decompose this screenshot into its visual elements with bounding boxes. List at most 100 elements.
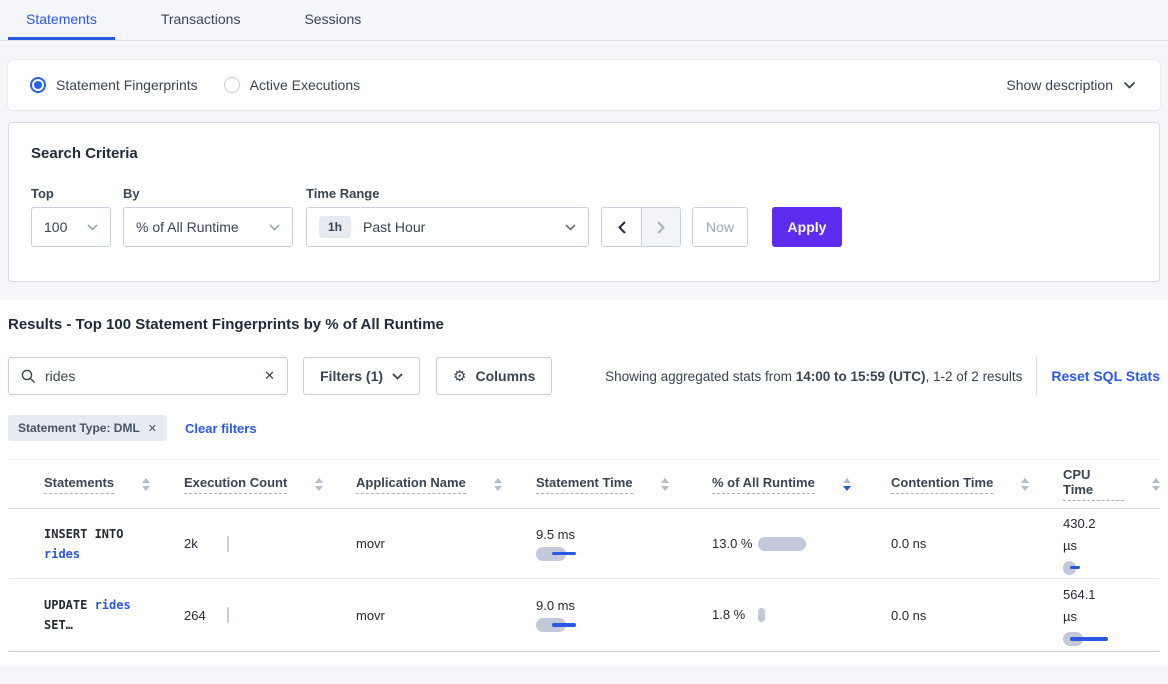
sort-icon: [315, 478, 323, 491]
table-name-link[interactable]: rides: [95, 598, 131, 612]
clear-search-icon[interactable]: ✕: [264, 368, 275, 384]
table-name-link[interactable]: rides: [44, 547, 80, 561]
statement-fingerprint-link[interactable]: INSERT INTO rides: [44, 524, 184, 564]
radio-label: Statement Fingerprints: [56, 77, 198, 93]
sort-icon: [1021, 478, 1029, 491]
sort-icon: [1152, 478, 1160, 491]
top-label: Top: [31, 186, 123, 201]
pct-runtime-bar: [758, 537, 806, 551]
top-select-value: 100: [44, 219, 67, 235]
statement-time-bar: [536, 547, 600, 561]
search-criteria-title: Search Criteria: [31, 145, 1137, 162]
results-section: Results - Top 100 Statement Fingerprints…: [0, 300, 1168, 666]
search-input-value: rides: [45, 368, 75, 384]
chevron-down-icon: [565, 224, 576, 231]
show-description-label: Show description: [1006, 77, 1113, 93]
statement-time-bar: [536, 618, 600, 632]
column-header-cpu-time[interactable]: CPU Time: [1063, 467, 1160, 501]
column-header-statement-time[interactable]: Statement Time: [536, 475, 712, 494]
time-range-label: Time Range: [306, 186, 601, 201]
by-select-value: % of All Runtime: [136, 219, 239, 235]
radio-unselected-icon: [224, 77, 240, 93]
clear-filters-link[interactable]: Clear filters: [185, 421, 257, 436]
cpu-time-cell: 564.1 µs: [1063, 584, 1160, 646]
chevron-down-icon: [1123, 81, 1136, 89]
application-name-cell: movr: [356, 608, 536, 623]
sort-icon: [661, 478, 669, 491]
tab-statements[interactable]: Statements: [8, 0, 115, 40]
filter-pill-statement-type[interactable]: Statement Type: DML ✕: [8, 415, 167, 441]
reset-sql-stats-link[interactable]: Reset SQL Stats: [1051, 368, 1160, 384]
table-header-row: Statements Execution Count Application N…: [8, 459, 1160, 509]
time-range-next-button[interactable]: [641, 208, 680, 246]
gear-icon: ⚙: [453, 369, 466, 384]
tab-sessions[interactable]: Sessions: [286, 0, 379, 40]
execution-count-bar: [227, 607, 229, 623]
by-select[interactable]: % of All Runtime: [123, 207, 293, 247]
results-controls: rides ✕ Filters (1) ⚙ Columns Showing ag…: [8, 357, 1160, 395]
apply-button[interactable]: Apply: [772, 207, 842, 247]
filter-pill-label: Statement Type: DML: [18, 421, 140, 435]
statement-time-cell: 9.5 ms: [536, 527, 712, 561]
statement-time-cell: 9.0 ms: [536, 598, 712, 632]
contention-time-cell: 0.0 ns: [891, 536, 1063, 551]
table-row: UPDATE rides SET… 264 movr 9.0 ms 1.8 %: [8, 579, 1160, 652]
time-range-select[interactable]: 1h Past Hour: [306, 207, 589, 247]
pct-of-all-runtime-cell: 13.0 %: [712, 532, 891, 556]
time-range-prev-button[interactable]: [602, 208, 641, 246]
aggregated-stats-text: Showing aggregated stats from 14:00 to 1…: [605, 369, 1022, 384]
time-range-pager: [601, 207, 681, 247]
radio-active-executions[interactable]: Active Executions: [224, 77, 361, 93]
column-header-statements[interactable]: Statements: [44, 475, 184, 494]
chevron-left-icon: [618, 221, 626, 234]
sql-activity-page: Statements Transactions Sessions Stateme…: [0, 0, 1168, 684]
cpu-time-bar: [1063, 632, 1127, 646]
radio-statement-fingerprints[interactable]: Statement Fingerprints: [30, 77, 198, 93]
column-header-application-name[interactable]: Application Name: [356, 475, 536, 494]
cpu-time-cell: 430.2 µs: [1063, 513, 1160, 575]
chevron-right-icon: [657, 221, 665, 234]
divider: [1036, 357, 1037, 395]
stats-time-range: 14:00 to 15:59 (UTC): [796, 369, 926, 384]
now-button[interactable]: Now: [692, 207, 748, 247]
statement-fingerprint-link[interactable]: UPDATE rides SET…: [44, 595, 184, 635]
search-icon: [21, 369, 36, 384]
show-description-toggle[interactable]: Show description: [1006, 77, 1136, 93]
tab-transactions[interactable]: Transactions: [143, 0, 259, 40]
sort-icon: [843, 478, 851, 491]
table-row: INSERT INTO rides 2k movr 9.5 ms 13.0 %: [8, 509, 1160, 579]
radio-selected-icon: [30, 77, 46, 93]
search-input[interactable]: rides ✕: [8, 357, 288, 395]
remove-filter-icon[interactable]: ✕: [148, 422, 157, 435]
filters-button[interactable]: Filters (1): [303, 357, 420, 395]
column-header-contention-time[interactable]: Contention Time: [891, 475, 1063, 494]
results-heading: Results - Top 100 Statement Fingerprints…: [8, 316, 1160, 333]
active-filters-row: Statement Type: DML ✕ Clear filters: [8, 415, 1160, 441]
contention-time-cell: 0.0 ns: [891, 608, 1063, 623]
chevron-down-icon: [87, 224, 98, 231]
by-label: By: [123, 186, 306, 201]
application-name-cell: movr: [356, 536, 536, 551]
top-select[interactable]: 100: [31, 207, 111, 247]
execution-count-bar: [227, 536, 229, 552]
sort-icon: [142, 478, 150, 491]
statements-table: Statements Execution Count Application N…: [8, 459, 1160, 652]
column-header-pct-of-all-runtime[interactable]: % of All Runtime: [712, 475, 891, 494]
execution-count-cell: 264: [184, 607, 356, 623]
chevron-down-icon: [392, 373, 403, 380]
sort-icon: [494, 478, 502, 491]
columns-button-label: Columns: [475, 368, 535, 384]
search-criteria-panel: Search Criteria Top 100 By % of All Runt…: [8, 122, 1160, 282]
time-range-badge: 1h: [319, 216, 351, 238]
pct-of-all-runtime-cell: 1.8 %: [712, 603, 891, 627]
view-toggle-bar: Statement Fingerprints Active Executions…: [8, 60, 1160, 110]
pct-runtime-bar: [758, 608, 765, 622]
column-header-execution-count[interactable]: Execution Count: [184, 475, 356, 494]
filters-button-label: Filters (1): [320, 368, 383, 384]
chevron-down-icon: [269, 224, 280, 231]
columns-button[interactable]: ⚙ Columns: [436, 357, 552, 395]
time-range-value: Past Hour: [363, 219, 425, 235]
cpu-time-bar: [1063, 561, 1127, 575]
radio-label: Active Executions: [250, 77, 361, 93]
execution-count-cell: 2k: [184, 536, 356, 552]
